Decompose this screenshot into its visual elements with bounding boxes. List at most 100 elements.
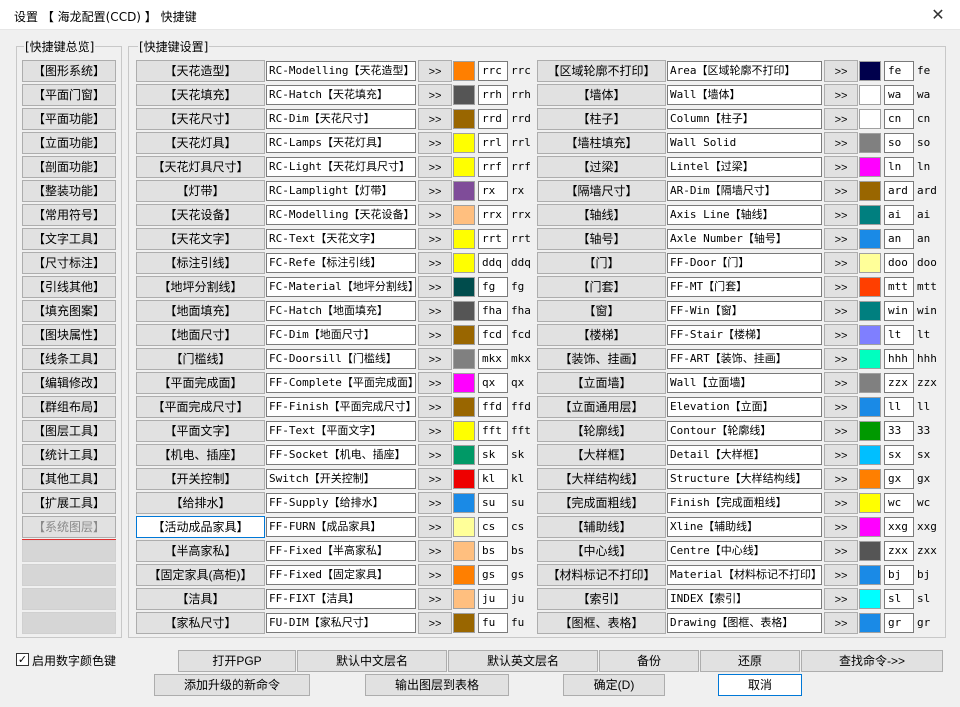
layer-color-swatch[interactable]: [453, 445, 475, 465]
apply-arrow-button[interactable]: >>: [418, 564, 452, 586]
overview-item[interactable]: 【扩展工具】: [22, 492, 116, 514]
shortcut-code-field[interactable]: gs: [478, 565, 508, 585]
shortcut-code-field[interactable]: doo: [884, 253, 914, 273]
overview-item[interactable]: 【系统图层】: [22, 516, 116, 538]
layer-name-button[interactable]: 【地面尺寸】: [136, 324, 265, 346]
layer-command-field[interactable]: FF-Finish【平面完成尺寸】: [266, 397, 416, 417]
layer-command-field[interactable]: FF-Win【窗】: [667, 301, 822, 321]
layer-name-button[interactable]: 【区域轮廓不打印】: [537, 60, 666, 82]
ok-button[interactable]: 确定(D): [563, 674, 665, 696]
layer-command-field[interactable]: FF-Door【门】: [667, 253, 822, 273]
shortcut-code-field[interactable]: fg: [478, 277, 508, 297]
apply-arrow-button[interactable]: >>: [824, 468, 858, 490]
shortcut-code-field[interactable]: mtt: [884, 277, 914, 297]
apply-arrow-button[interactable]: >>: [824, 492, 858, 514]
layer-name-button[interactable]: 【中心线】: [537, 540, 666, 562]
overview-item[interactable]: 【群组布局】: [22, 396, 116, 418]
export-layers-button[interactable]: 输出图层到表格: [365, 674, 509, 696]
layer-name-button[interactable]: 【活动成品家具】: [136, 516, 265, 538]
shortcut-code-field[interactable]: xxg: [884, 517, 914, 537]
apply-arrow-button[interactable]: >>: [418, 612, 452, 634]
shortcut-code-field[interactable]: rrd: [478, 109, 508, 129]
layer-color-swatch[interactable]: [859, 421, 881, 441]
layer-name-button[interactable]: 【大样结构线】: [537, 468, 666, 490]
layer-command-field[interactable]: RC-Text【天花文字】: [266, 229, 416, 249]
layer-color-swatch[interactable]: [453, 541, 475, 561]
apply-arrow-button[interactable]: >>: [418, 252, 452, 274]
shortcut-code-field[interactable]: rrc: [478, 61, 508, 81]
layer-name-button[interactable]: 【轴号】: [537, 228, 666, 250]
shortcut-code-field[interactable]: cs: [478, 517, 508, 537]
overview-item[interactable]: 【剖面功能】: [22, 156, 116, 178]
overview-item[interactable]: 【引线其他】: [22, 276, 116, 298]
shortcut-code-field[interactable]: ai: [884, 205, 914, 225]
layer-command-field[interactable]: RC-Lamps【天花灯具】: [266, 133, 416, 153]
layer-color-swatch[interactable]: [859, 229, 881, 249]
digit-color-checkbox[interactable]: ✓: [16, 653, 29, 666]
shortcut-code-field[interactable]: ln: [884, 157, 914, 177]
cancel-button[interactable]: 取消: [718, 674, 802, 696]
layer-command-field[interactable]: Material【材料标记不打印】: [667, 565, 822, 585]
layer-command-field[interactable]: INDEX【索引】: [667, 589, 822, 609]
layer-name-button[interactable]: 【门】: [537, 252, 666, 274]
layer-command-field[interactable]: RC-Modelling【天花设备】: [266, 205, 416, 225]
apply-arrow-button[interactable]: >>: [824, 588, 858, 610]
layer-name-button[interactable]: 【轮廓线】: [537, 420, 666, 442]
layer-command-field[interactable]: RC-Lamplight【灯带】: [266, 181, 416, 201]
layer-command-field[interactable]: Drawing【图框、表格】: [667, 613, 822, 633]
layer-command-field[interactable]: Elevation【立面】: [667, 397, 822, 417]
apply-arrow-button[interactable]: >>: [418, 300, 452, 322]
shortcut-code-field[interactable]: ffd: [478, 397, 508, 417]
layer-name-button[interactable]: 【标注引线】: [136, 252, 265, 274]
layer-color-swatch[interactable]: [859, 397, 881, 417]
apply-arrow-button[interactable]: >>: [418, 84, 452, 106]
apply-arrow-button[interactable]: >>: [418, 156, 452, 178]
layer-color-swatch[interactable]: [453, 205, 475, 225]
layer-name-button[interactable]: 【天花尺寸】: [136, 108, 265, 130]
layer-color-swatch[interactable]: [859, 541, 881, 561]
overview-item[interactable]: 【统计工具】: [22, 444, 116, 466]
layer-color-swatch[interactable]: [859, 373, 881, 393]
layer-color-swatch[interactable]: [453, 613, 475, 633]
layer-name-button[interactable]: 【固定家具(高柜)】: [136, 564, 265, 586]
overview-item[interactable]: 【图块属性】: [22, 324, 116, 346]
shortcut-code-field[interactable]: sx: [884, 445, 914, 465]
shortcut-code-field[interactable]: zzx: [884, 373, 914, 393]
shortcut-code-field[interactable]: ll: [884, 397, 914, 417]
apply-arrow-button[interactable]: >>: [418, 492, 452, 514]
layer-name-button[interactable]: 【完成面粗线】: [537, 492, 666, 514]
layer-name-button[interactable]: 【材料标记不打印】: [537, 564, 666, 586]
apply-arrow-button[interactable]: >>: [418, 516, 452, 538]
layer-command-field[interactable]: FF-MT【门套】: [667, 277, 822, 297]
overview-item[interactable]: 【其他工具】: [22, 468, 116, 490]
apply-arrow-button[interactable]: >>: [418, 108, 452, 130]
layer-command-field[interactable]: Wall【墙体】: [667, 85, 822, 105]
layer-command-field[interactable]: FC-Doorsill【门槛线】: [266, 349, 416, 369]
layer-command-field[interactable]: FF-FIXT【洁具】: [266, 589, 416, 609]
layer-command-field[interactable]: FC-Hatch【地面填充】: [266, 301, 416, 321]
shortcut-code-field[interactable]: fe: [884, 61, 914, 81]
shortcut-code-field[interactable]: rrh: [478, 85, 508, 105]
shortcut-code-field[interactable]: 33: [884, 421, 914, 441]
layer-command-field[interactable]: Finish【完成面粗线】: [667, 493, 822, 513]
layer-color-swatch[interactable]: [453, 157, 475, 177]
layer-color-swatch[interactable]: [859, 349, 881, 369]
apply-arrow-button[interactable]: >>: [418, 132, 452, 154]
open-pgp-button[interactable]: 打开PGP: [178, 650, 296, 672]
layer-color-swatch[interactable]: [859, 85, 881, 105]
overview-item[interactable]: 【平面门窗】: [22, 84, 116, 106]
layer-command-field[interactable]: FF-Complete【平面完成面】: [266, 373, 416, 393]
apply-arrow-button[interactable]: >>: [418, 180, 452, 202]
layer-name-button[interactable]: 【天花设备】: [136, 204, 265, 226]
apply-arrow-button[interactable]: >>: [418, 420, 452, 442]
layer-color-swatch[interactable]: [453, 133, 475, 153]
overview-item[interactable]: 【填充图案】: [22, 300, 116, 322]
layer-name-button[interactable]: 【灯带】: [136, 180, 265, 202]
apply-arrow-button[interactable]: >>: [824, 564, 858, 586]
layer-command-field[interactable]: FF-Socket【机电、插座】: [266, 445, 416, 465]
shortcut-code-field[interactable]: ddq: [478, 253, 508, 273]
shortcut-code-field[interactable]: fcd: [478, 325, 508, 345]
layer-color-swatch[interactable]: [859, 445, 881, 465]
apply-arrow-button[interactable]: >>: [824, 300, 858, 322]
apply-arrow-button[interactable]: >>: [824, 204, 858, 226]
